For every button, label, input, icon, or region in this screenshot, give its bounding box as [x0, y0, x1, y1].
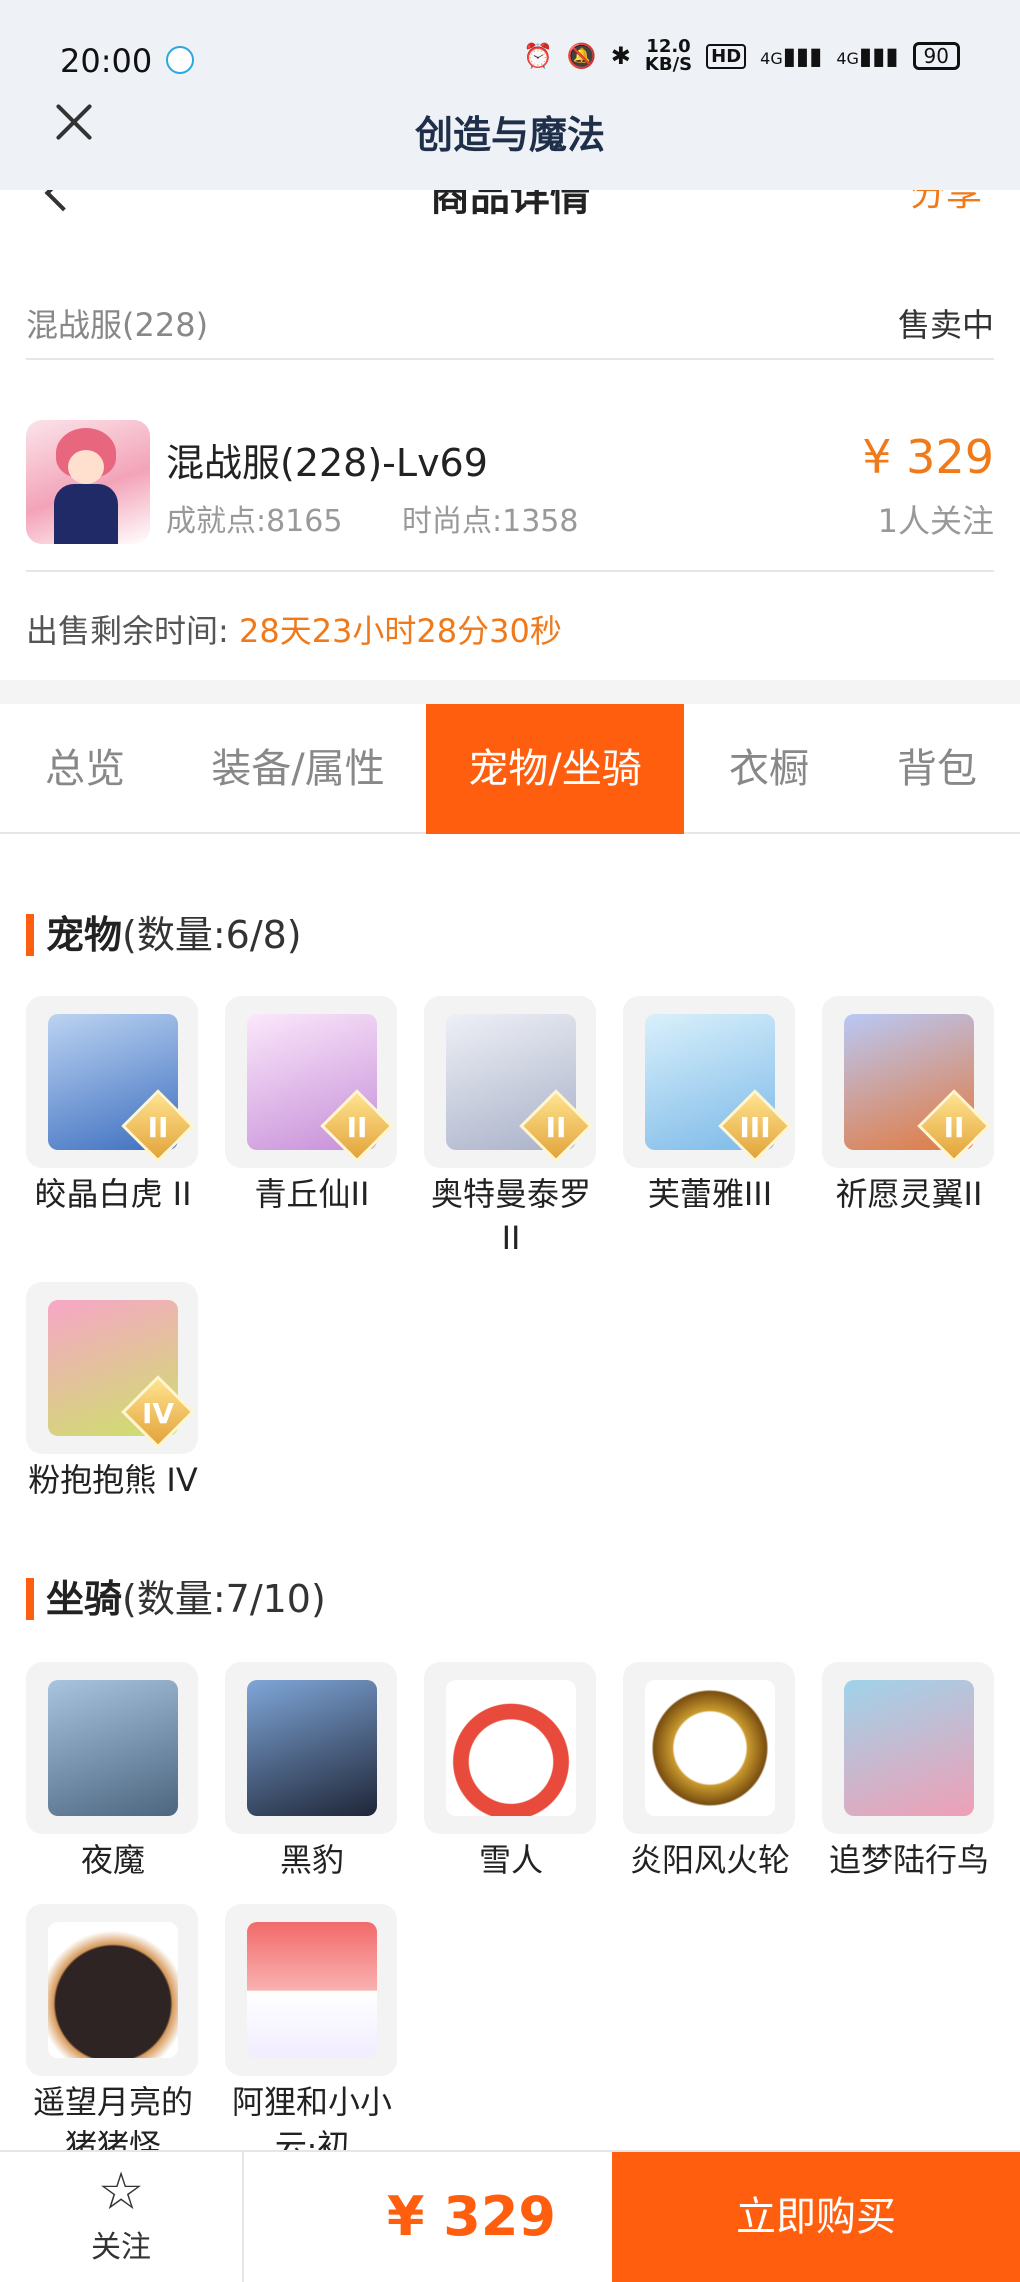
battery-icon: 90 — [912, 42, 960, 70]
mount-item[interactable]: 炎阳风火轮 — [623, 1662, 797, 1882]
tab-overview[interactable]: 总览 — [0, 704, 170, 834]
mounts-section-header: 坐骑(数量:7/10) — [26, 1568, 326, 1623]
mount-image — [225, 1904, 397, 2076]
mount-name: 夜魔 — [80, 1841, 145, 1879]
mount-item[interactable]: 夜魔 — [26, 1662, 200, 1882]
pet-item[interactable]: II 青丘仙II — [225, 996, 399, 1216]
tab-pets-mounts[interactable]: 宠物/坐骑 — [426, 704, 684, 834]
product-price: ¥ 329 — [862, 430, 994, 484]
mount-name: 雪人 — [478, 1841, 543, 1879]
server-name: 混战服(228) — [26, 306, 209, 344]
share-link[interactable]: 分享 — [910, 190, 982, 216]
remaining-label: 出售剩余时间: — [26, 612, 229, 650]
buy-now-button[interactable]: 立即购买 — [612, 2152, 1020, 2282]
sale-status: 售卖中 — [897, 306, 994, 344]
pet-item[interactable]: II 奥特曼泰罗II — [424, 996, 598, 1260]
mounts-label: 坐骑 — [46, 1577, 123, 1621]
pets-section-header: 宠物(数量:6/8) — [26, 904, 302, 959]
tab-equipment[interactable]: 装备/属性 — [170, 704, 426, 834]
app-header: 创造与魔法 — [0, 90, 1020, 190]
mount-item[interactable]: 遥望月亮的猪猪怪 — [26, 1904, 200, 2168]
net-speed: 12.0 KB/S — [644, 36, 693, 75]
follow-button[interactable]: ☆ 关注 — [0, 2152, 244, 2282]
mount-name: 追梦陆行鸟 — [828, 1841, 989, 1879]
detail-tabs: 总览 装备/属性 宠物/坐骑 衣橱 背包 — [0, 704, 1020, 834]
pet-rank-badge: IV — [141, 1397, 175, 1430]
mount-name: 炎阳风火轮 — [629, 1841, 790, 1879]
top-bar: 20:00 ⏰ 🔕 ✱ 12.0 KB/S HD 4G▮▮▮ 4G▮▮▮ 90 … — [0, 0, 1020, 190]
pet-name: 粉抱抱熊 IV — [28, 1461, 198, 1499]
pet-name: 奥特曼泰罗II — [430, 1175, 591, 1257]
tab-backpack[interactable]: 背包 — [854, 704, 1020, 834]
pet-name: 芙蕾雅III — [647, 1175, 773, 1213]
follower-count: 1人关注 — [877, 502, 994, 540]
mount-image — [26, 1662, 198, 1834]
pet-rank-badge: II — [147, 1111, 169, 1144]
signal-icon-2: 4G▮▮▮ — [836, 42, 899, 70]
mount-image — [822, 1662, 994, 1834]
mount-item[interactable]: 追梦陆行鸟 — [822, 1662, 996, 1882]
remaining-value: 28天23小时28分30秒 — [238, 612, 562, 650]
follow-label: 关注 — [91, 2230, 151, 2265]
pet-item[interactable]: II 皎晶白虎 II — [26, 996, 200, 1216]
pet-image: II — [225, 996, 397, 1168]
mount-image — [623, 1662, 795, 1834]
signal-icon-1: 4G▮▮▮ — [760, 42, 823, 70]
page-title: 商品详情 — [430, 190, 590, 220]
pet-rank-badge: II — [346, 1111, 368, 1144]
bottom-price: ¥ 329 — [386, 2185, 556, 2248]
mount-item[interactable]: 雪人 — [424, 1662, 598, 1882]
app-title: 创造与魔法 — [414, 113, 605, 157]
mount-item[interactable]: 阿狸和小小云·初 — [225, 1904, 399, 2168]
pet-rank-badge: II — [943, 1111, 965, 1144]
status-time: 20:00 — [60, 42, 153, 80]
remaining-time: 出售剩余时间: 28天23小时28分30秒 — [26, 606, 562, 652]
hd-icon: HD — [706, 43, 747, 69]
pet-name: 青丘仙II — [254, 1175, 370, 1213]
pet-rank-badge: III — [739, 1111, 771, 1144]
app-notification-icon — [166, 46, 194, 74]
pet-image: II — [822, 996, 994, 1168]
status-icons: ⏰ 🔕 ✱ 12.0 KB/S HD 4G▮▮▮ 4G▮▮▮ 90 — [523, 38, 960, 74]
page-header: 商品详情 分享 — [0, 190, 1020, 230]
pet-image: II — [26, 996, 198, 1168]
mute-icon: 🔕 — [566, 42, 597, 70]
fashion-points: 时尚点:1358 — [402, 504, 579, 539]
star-icon: ☆ — [97, 2162, 145, 2222]
pet-item[interactable]: III 芙蕾雅III — [623, 996, 797, 1216]
mount-item[interactable]: 黑豹 — [225, 1662, 399, 1882]
pet-name: 皎晶白虎 II — [34, 1175, 192, 1213]
product-summary: 混战服(228)-Lv69 成就点:8165 时尚点:1358 ¥ 329 1人… — [26, 392, 994, 572]
mount-name: 黑豹 — [279, 1841, 344, 1879]
pet-name: 祈愿灵翼II — [835, 1175, 983, 1213]
mount-image — [424, 1662, 596, 1834]
pet-item[interactable]: IV 粉抱抱熊 IV — [26, 1282, 200, 1502]
pet-rank-badge: II — [545, 1111, 567, 1144]
pet-item[interactable]: II 祈愿灵翼II — [822, 996, 996, 1216]
server-row: 混战服(228) 售卖中 — [26, 300, 994, 360]
achievement-points: 成就点:8165 — [166, 504, 343, 539]
divider — [0, 680, 1020, 704]
mounts-count: (数量:7/10) — [122, 1577, 326, 1621]
character-avatar — [26, 420, 150, 544]
alarm-icon: ⏰ — [523, 42, 553, 70]
tab-wardrobe[interactable]: 衣橱 — [684, 704, 854, 834]
pet-image: III — [623, 996, 795, 1168]
bottom-action-bar: ☆ 关注 ¥ 329 立即购买 — [0, 2150, 1020, 2282]
pets-label: 宠物 — [46, 913, 123, 957]
product-stats: 成就点:8165 时尚点:1358 — [166, 496, 628, 540]
pet-image: IV — [26, 1282, 198, 1454]
bluetooth-icon: ✱ — [610, 42, 631, 70]
pet-image: II — [424, 996, 596, 1168]
mount-image — [225, 1662, 397, 1834]
product-name: 混战服(228)-Lv69 — [166, 441, 488, 485]
mount-image — [26, 1904, 198, 2076]
pets-count: (数量:6/8) — [122, 913, 302, 957]
